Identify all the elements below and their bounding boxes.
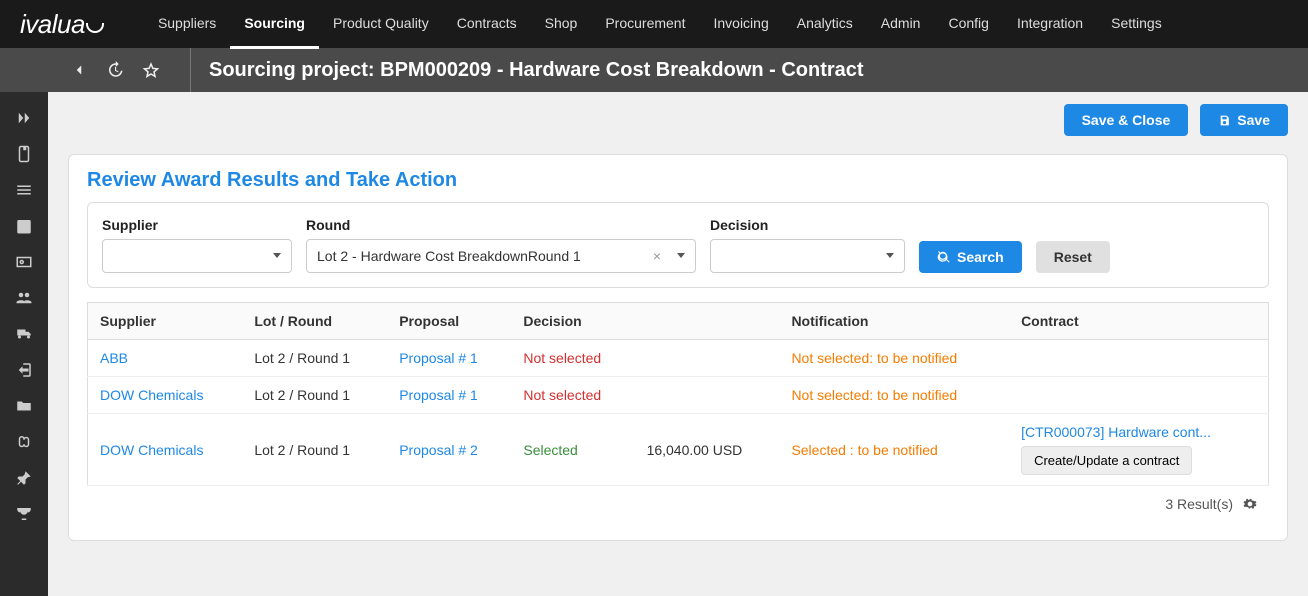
brand-logo: ivalua xyxy=(20,9,144,40)
table-row: DOW Chemicals Lot 2 / Round 1 Proposal # 2… xyxy=(88,414,1269,486)
contract-cell: [CTR000073] Hardware cont... Create/Updat… xyxy=(1009,414,1268,486)
nav-item-suppliers[interactable]: Suppliers xyxy=(144,0,230,49)
proposal-link[interactable]: Proposal # 2 xyxy=(399,442,478,458)
search-button[interactable]: Search xyxy=(919,241,1022,273)
search-button-label: Search xyxy=(957,249,1004,265)
main-content: Save & Close Save Review Award Results a… xyxy=(48,92,1308,596)
top-nav: ivalua SuppliersSourcingProduct QualityC… xyxy=(0,0,1308,48)
sidebar-pin-icon[interactable] xyxy=(0,460,48,496)
column-header: Decision xyxy=(511,303,634,340)
contract-cell xyxy=(1009,340,1268,377)
create-contract-button[interactable]: Create/Update a contract xyxy=(1021,446,1192,475)
contract-cell xyxy=(1009,377,1268,414)
gear-icon[interactable] xyxy=(1243,497,1257,511)
sidebar-exit-icon[interactable] xyxy=(0,352,48,388)
chevron-down-icon xyxy=(886,253,894,258)
sidebar-users-icon[interactable] xyxy=(0,280,48,316)
sidebar-truck-icon[interactable] xyxy=(0,316,48,352)
star-icon[interactable] xyxy=(142,61,160,79)
brand-text: ivalua xyxy=(20,9,85,40)
table-row: DOW Chemicals Lot 2 / Round 1 Proposal # 1… xyxy=(88,377,1269,414)
search-icon xyxy=(937,250,951,264)
section-title: Review Award Results and Take Action xyxy=(69,155,1287,202)
reset-button[interactable]: Reset xyxy=(1036,241,1110,273)
page-title: Sourcing project: BPM000209 - Hardware C… xyxy=(190,48,864,92)
nav-items: SuppliersSourcingProduct QualityContract… xyxy=(144,0,1176,49)
round-select[interactable]: Lot 2 - Hardware Cost BreakdownRound 1 × xyxy=(306,239,696,273)
brand-smile-icon xyxy=(86,23,104,33)
results-table: SupplierLot / RoundProposalDecision Notif… xyxy=(87,302,1269,486)
supplier-link[interactable]: DOW Chemicals xyxy=(100,387,203,403)
nav-item-shop[interactable]: Shop xyxy=(531,0,592,49)
nav-item-sourcing[interactable]: Sourcing xyxy=(230,0,319,49)
nav-item-config[interactable]: Config xyxy=(934,0,1002,49)
save-button-label: Save xyxy=(1237,112,1270,128)
sub-nav: Sourcing project: BPM000209 - Hardware C… xyxy=(0,48,1308,92)
round-filter-label: Round xyxy=(306,217,696,233)
lot-cell: Lot 2 / Round 1 xyxy=(242,414,387,486)
sidebar-folder-icon[interactable] xyxy=(0,388,48,424)
nav-item-procurement[interactable]: Procurement xyxy=(591,0,699,49)
column-header: Proposal xyxy=(387,303,511,340)
sidebar-money-icon[interactable] xyxy=(0,244,48,280)
nav-item-invoicing[interactable]: Invoicing xyxy=(699,0,782,49)
column-header: Notification xyxy=(779,303,1009,340)
decision-cell: Selected xyxy=(511,414,634,486)
proposal-link[interactable]: Proposal # 1 xyxy=(399,350,478,366)
save-icon xyxy=(1218,114,1231,127)
column-header: Lot / Round xyxy=(242,303,387,340)
notification-cell: Not selected: to be notified xyxy=(779,377,1009,414)
left-sidebar xyxy=(0,92,48,596)
decision-filter-label: Decision xyxy=(710,217,905,233)
lot-cell: Lot 2 / Round 1 xyxy=(242,377,387,414)
save-button[interactable]: Save xyxy=(1200,104,1288,136)
supplier-link[interactable]: ABB xyxy=(100,350,128,366)
chevron-down-icon xyxy=(273,253,281,258)
decision-select[interactable] xyxy=(710,239,905,273)
sidebar-trophy-icon[interactable] xyxy=(0,496,48,532)
contract-link[interactable]: [CTR000073] Hardware cont... xyxy=(1021,424,1256,440)
lot-cell: Lot 2 / Round 1 xyxy=(242,340,387,377)
clear-round-icon[interactable]: × xyxy=(653,248,661,264)
nav-item-admin[interactable]: Admin xyxy=(867,0,935,49)
nav-item-analytics[interactable]: Analytics xyxy=(783,0,867,49)
filter-bar: Supplier Round Lot 2 - Hardware Cost Bre… xyxy=(87,202,1269,288)
supplier-filter-label: Supplier xyxy=(102,217,292,233)
supplier-select[interactable] xyxy=(102,239,292,273)
proposal-link[interactable]: Proposal # 1 xyxy=(399,387,478,403)
subnav-icons xyxy=(50,61,180,79)
supplier-link[interactable]: DOW Chemicals xyxy=(100,442,203,458)
sidebar-clipboard-icon[interactable] xyxy=(0,136,48,172)
action-bar: Save & Close Save xyxy=(68,92,1288,148)
table-row: ABB Lot 2 / Round 1 Proposal # 1 Not select… xyxy=(88,340,1269,377)
chevron-down-icon xyxy=(677,253,685,258)
amount-cell xyxy=(635,340,780,377)
sidebar-calendar-icon[interactable] xyxy=(0,208,48,244)
results-count: 3 Result(s) xyxy=(1165,496,1233,512)
column-header: Contract xyxy=(1009,303,1268,340)
sidebar-list-icon[interactable] xyxy=(0,172,48,208)
nav-item-product-quality[interactable]: Product Quality xyxy=(319,0,443,49)
decision-cell: Not selected xyxy=(511,340,634,377)
amount-cell: 16,040.00 USD xyxy=(635,414,780,486)
notification-cell: Not selected: to be notified xyxy=(779,340,1009,377)
history-icon[interactable] xyxy=(106,61,124,79)
nav-item-integration[interactable]: Integration xyxy=(1003,0,1097,49)
results-card: Review Award Results and Take Action Sup… xyxy=(68,154,1288,541)
column-header xyxy=(635,303,780,340)
round-select-value: Lot 2 - Hardware Cost BreakdownRound 1 xyxy=(317,248,581,264)
column-header: Supplier xyxy=(88,303,243,340)
notification-cell: Selected : to be notified xyxy=(779,414,1009,486)
results-footer: 3 Result(s) xyxy=(87,486,1269,522)
amount-cell xyxy=(635,377,780,414)
sidebar-binoculars-icon[interactable] xyxy=(0,424,48,460)
nav-item-settings[interactable]: Settings xyxy=(1097,0,1176,49)
decision-cell: Not selected xyxy=(511,377,634,414)
nav-item-contracts[interactable]: Contracts xyxy=(443,0,531,49)
sidebar-expand-icon[interactable] xyxy=(0,100,48,136)
back-icon[interactable] xyxy=(70,61,88,79)
save-close-button[interactable]: Save & Close xyxy=(1064,104,1189,136)
